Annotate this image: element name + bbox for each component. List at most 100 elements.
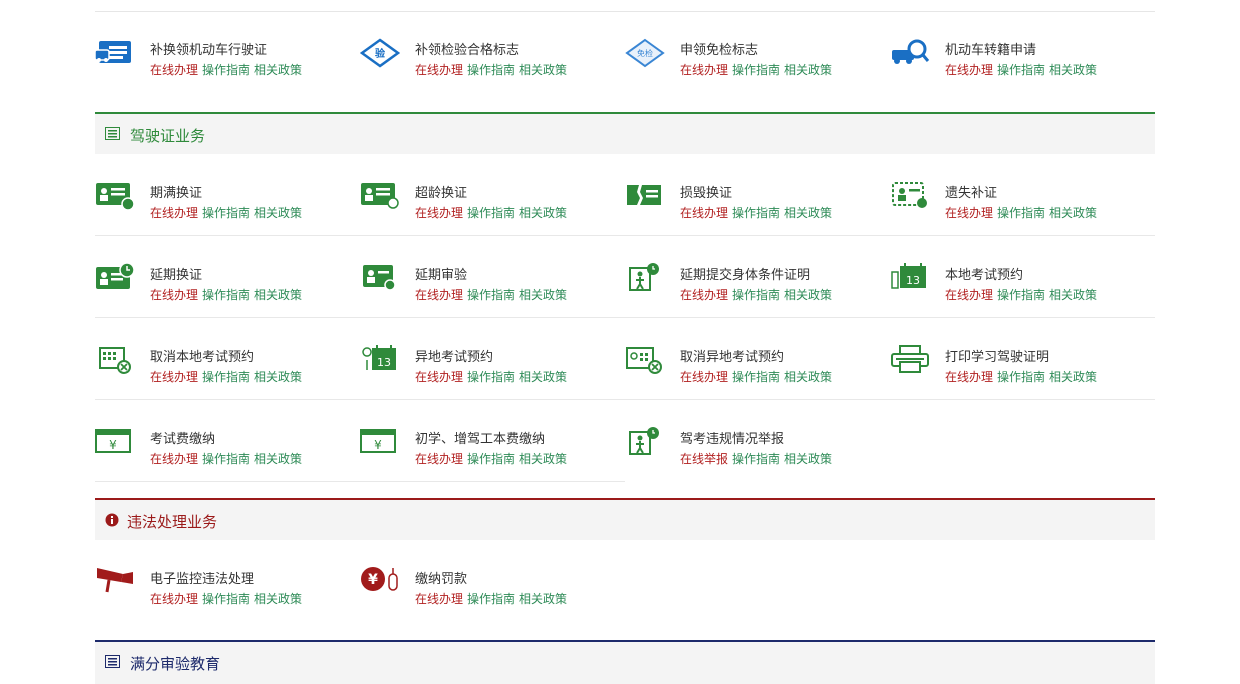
svg-text:免检: 免检	[637, 48, 653, 58]
report-link[interactable]: 在线举报	[680, 452, 728, 466]
guide-link[interactable]: 操作指南	[732, 206, 780, 220]
service-cancel-remote-exam[interactable]: 取消异地考试预约 在线办理 操作指南 相关政策	[625, 318, 890, 398]
service-print-certificate[interactable]: 打印学习驾驶证明 在线办理 操作指南 相关政策	[890, 318, 1155, 398]
policy-link[interactable]: 相关政策	[784, 452, 832, 466]
service-title: 缴纳罚款	[415, 572, 468, 587]
service-local-exam[interactable]: 13 本地考试预约 在线办理 操作指南 相关政策	[890, 236, 1155, 316]
violation-row: 电子监控违法处理 在线办理 操作指南 相关政策 ¥ 缴纳罚款 在线办理 操作指南 相关政…	[95, 540, 1155, 640]
guide-link[interactable]: 操作指南	[467, 206, 515, 220]
policy-link[interactable]: 相关政策	[1049, 63, 1097, 77]
guide-link[interactable]: 操作指南	[467, 592, 515, 606]
service-cost-fee[interactable]: ¥ 初学、增驾工本费缴纳 在线办理 操作指南 相关政策	[360, 400, 625, 480]
guide-link[interactable]: 操作指南	[732, 63, 780, 77]
service-license-expire[interactable]: 期满换证 在线办理 操作指南 相关政策	[95, 154, 360, 234]
license-delay-icon	[96, 262, 135, 289]
service-license-lost[interactable]: 遗失补证 在线办理 操作指南 相关政策	[890, 154, 1155, 234]
policy-link[interactable]: 相关政策	[1049, 370, 1097, 384]
service-vehicle-transfer[interactable]: 机动车转籍申请 在线办理 操作指南 相关政策	[890, 12, 1155, 92]
policy-link[interactable]: 相关政策	[254, 288, 302, 302]
online-link[interactable]: 在线办理	[150, 288, 198, 302]
service-inspection-mark[interactable]: 验 补领检验合格标志 在线办理 操作指南 相关政策	[360, 12, 625, 92]
online-link[interactable]: 在线办理	[680, 63, 728, 77]
section-title: 违法处理业务	[127, 513, 218, 531]
online-link[interactable]: 在线办理	[945, 370, 993, 384]
guide-link[interactable]: 操作指南	[997, 206, 1045, 220]
service-license-overage[interactable]: 超龄换证 在线办理 操作指南 相关政策	[360, 154, 625, 234]
service-links: 在线办理 操作指南 相关政策	[415, 286, 571, 303]
policy-link[interactable]: 相关政策	[519, 63, 567, 77]
guide-link[interactable]: 操作指南	[467, 452, 515, 466]
online-link[interactable]: 在线办理	[945, 206, 993, 220]
policy-link[interactable]: 相关政策	[784, 288, 832, 302]
policy-link[interactable]: 相关政策	[519, 206, 567, 220]
service-cancel-local-exam[interactable]: 取消本地考试预约 在线办理 操作指南 相关政策	[95, 318, 360, 398]
guide-link[interactable]: 操作指南	[202, 63, 250, 77]
online-link[interactable]: 在线办理	[150, 592, 198, 606]
service-license-damaged[interactable]: 损毁换证 在线办理 操作指南 相关政策	[625, 154, 890, 234]
service-vehicle-license[interactable]: 补换领机动车行驶证 在线办理 操作指南 相关政策	[95, 12, 360, 92]
service-links: 在线办理 操作指南 相关政策	[680, 286, 836, 303]
online-link[interactable]: 在线办理	[680, 370, 728, 384]
guide-link[interactable]: 操作指南	[467, 63, 515, 77]
online-link[interactable]: 在线办理	[415, 592, 463, 606]
online-link[interactable]: 在线办理	[415, 288, 463, 302]
policy-link[interactable]: 相关政策	[784, 206, 832, 220]
online-link[interactable]: 在线办理	[945, 63, 993, 77]
service-title: 申领免检标志	[680, 43, 759, 58]
service-exemption-mark[interactable]: 免检 申领免检标志 在线办理 操作指南 相关政策	[625, 12, 890, 92]
guide-link[interactable]: 操作指南	[732, 370, 780, 384]
online-link[interactable]: 在线办理	[945, 288, 993, 302]
online-link[interactable]: 在线办理	[150, 63, 198, 77]
guide-link[interactable]: 操作指南	[997, 370, 1045, 384]
policy-link[interactable]: 相关政策	[519, 370, 567, 384]
guide-link[interactable]: 操作指南	[732, 288, 780, 302]
online-link[interactable]: 在线办理	[680, 206, 728, 220]
service-health-proof[interactable]: 延期提交身体条件证明 在线办理 操作指南 相关政策	[625, 236, 890, 316]
guide-link[interactable]: 操作指南	[202, 370, 250, 384]
guide-link[interactable]: 操作指南	[997, 288, 1045, 302]
policy-link[interactable]: 相关政策	[784, 370, 832, 384]
online-link[interactable]: 在线办理	[680, 288, 728, 302]
online-link[interactable]: 在线办理	[415, 370, 463, 384]
guide-link[interactable]: 操作指南	[202, 288, 250, 302]
vehicle-transfer-icon	[892, 39, 930, 64]
guide-link[interactable]: 操作指南	[997, 63, 1045, 77]
service-title: 延期审验	[415, 268, 468, 283]
service-license-delay[interactable]: 延期换证 在线办理 操作指南 相关政策	[95, 236, 360, 316]
policy-link[interactable]: 相关政策	[254, 63, 302, 77]
policy-link[interactable]: 相关政策	[254, 370, 302, 384]
service-delay-review[interactable]: 延期审验 在线办理 操作指南 相关政策	[360, 236, 625, 316]
guide-link[interactable]: 操作指南	[467, 370, 515, 384]
service-title: 初学、增驾工本费缴纳	[415, 432, 546, 447]
service-links: 在线办理 操作指南 相关政策	[945, 61, 1101, 78]
cancel-remote-exam-icon	[626, 347, 662, 374]
online-link[interactable]: 在线办理	[150, 452, 198, 466]
policy-link[interactable]: 相关政策	[519, 592, 567, 606]
policy-link[interactable]: 相关政策	[519, 452, 567, 466]
policy-link[interactable]: 相关政策	[254, 206, 302, 220]
policy-link[interactable]: 相关政策	[784, 63, 832, 77]
guide-link[interactable]: 操作指南	[202, 452, 250, 466]
policy-link[interactable]: 相关政策	[1049, 288, 1097, 302]
guide-link[interactable]: 操作指南	[467, 288, 515, 302]
guide-link[interactable]: 操作指南	[202, 206, 250, 220]
service-camera-violation[interactable]: 电子监控违法处理 在线办理 操作指南 相关政策	[95, 540, 360, 620]
online-link[interactable]: 在线办理	[150, 370, 198, 384]
service-exam-fee[interactable]: ¥ 考试费缴纳 在线办理 操作指南 相关政策	[95, 400, 360, 480]
online-link[interactable]: 在线办理	[415, 63, 463, 77]
health-proof-icon	[629, 263, 659, 291]
policy-link[interactable]: 相关政策	[254, 452, 302, 466]
policy-link[interactable]: 相关政策	[254, 592, 302, 606]
inspection-mark-icon: 验	[360, 38, 400, 68]
service-exam-report[interactable]: 驾考违规情况举报 在线举报 操作指南 相关政策	[625, 400, 890, 480]
guide-link[interactable]: 操作指南	[202, 592, 250, 606]
policy-link[interactable]: 相关政策	[1049, 206, 1097, 220]
policy-link[interactable]: 相关政策	[519, 288, 567, 302]
guide-link[interactable]: 操作指南	[732, 452, 780, 466]
service-remote-exam[interactable]: 13 异地考试预约 在线办理 操作指南 相关政策	[360, 318, 625, 398]
online-link[interactable]: 在线办理	[415, 206, 463, 220]
service-fine-payment[interactable]: ¥ 缴纳罚款 在线办理 操作指南 相关政策	[360, 540, 625, 620]
fine-payment-icon: ¥	[361, 567, 398, 591]
online-link[interactable]: 在线办理	[415, 452, 463, 466]
online-link[interactable]: 在线办理	[150, 206, 198, 220]
